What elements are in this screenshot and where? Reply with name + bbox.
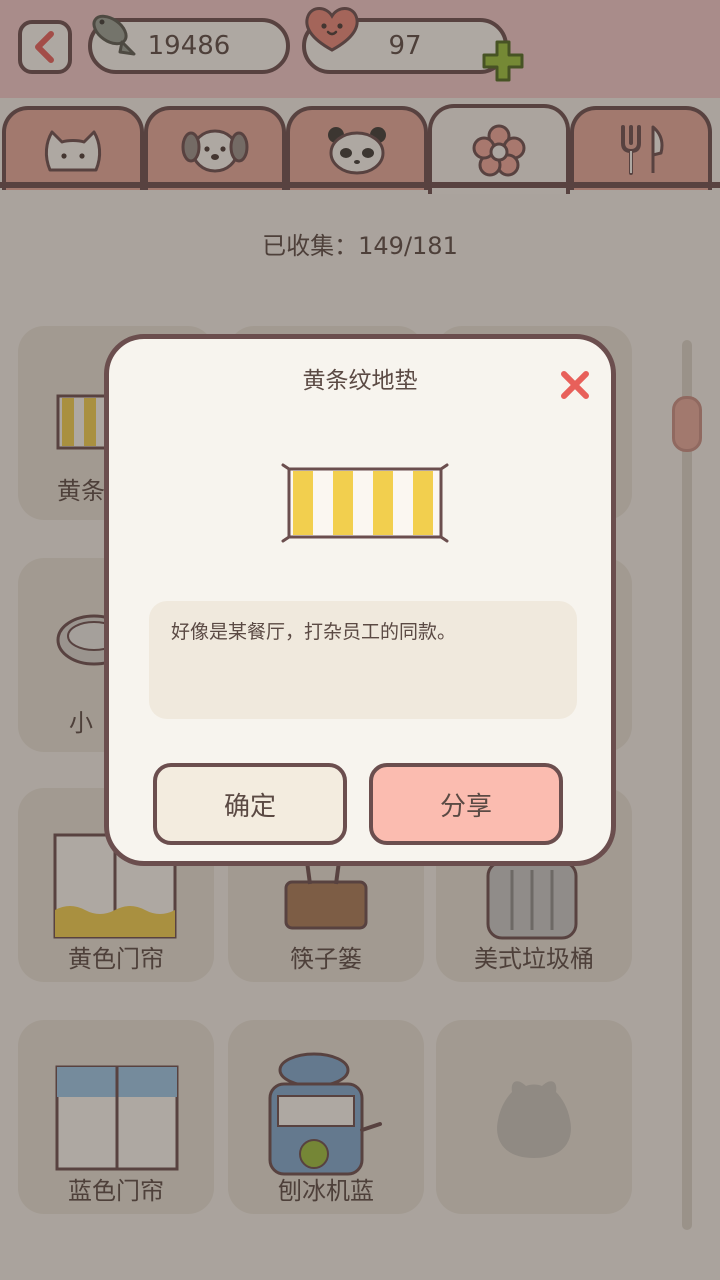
item-description: 好像是某餐厅，打杂员工的同款。	[171, 621, 457, 643]
confirm-button[interactable]: 确定	[153, 763, 347, 845]
yellow-stripe-mat-image	[281, 463, 449, 543]
item-detail-dialog: 黄条纹地垫 好像是某餐厅，打杂员工的同款。 确定 分享	[104, 334, 616, 866]
dialog-title: 黄条纹地垫	[302, 368, 418, 394]
share-button[interactable]: 分享	[369, 763, 563, 845]
description-box: 好像是某餐厅，打杂员工的同款。	[149, 601, 577, 719]
close-icon[interactable]	[557, 367, 593, 403]
